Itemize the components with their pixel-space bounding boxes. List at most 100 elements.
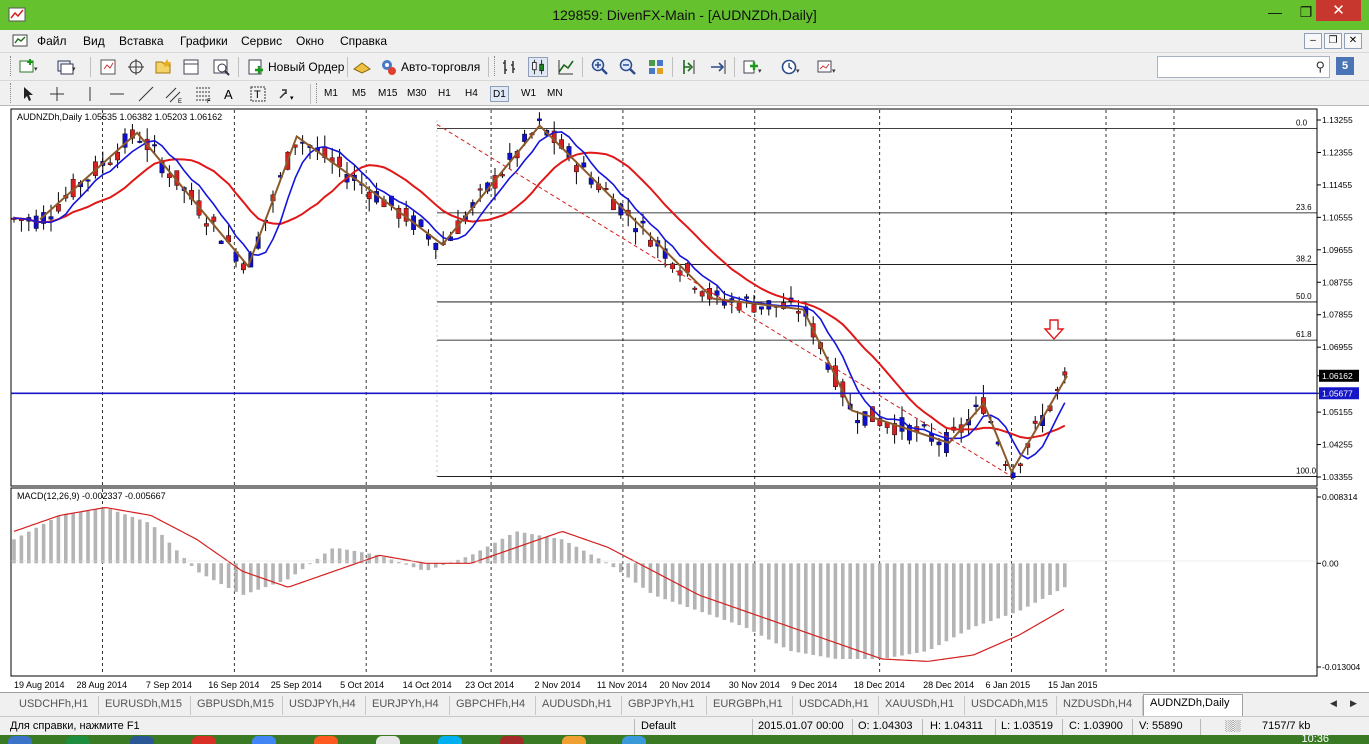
candlestick-chart-icon[interactable] bbox=[528, 57, 548, 77]
macd-bar bbox=[1011, 563, 1015, 614]
tool-icon[interactable] bbox=[376, 736, 400, 744]
word-icon[interactable] bbox=[130, 736, 154, 744]
app-icon[interactable] bbox=[562, 736, 586, 744]
tab-scroll-left-icon[interactable]: ◀ bbox=[1330, 698, 1337, 709]
new-order-button[interactable]: Новый Ордер bbox=[268, 56, 344, 78]
profiles-icon[interactable]: ▾ bbox=[56, 57, 76, 77]
macd-bar bbox=[952, 563, 956, 638]
child-close-button[interactable]: ✕ bbox=[1344, 33, 1362, 49]
macd-bar bbox=[833, 563, 838, 659]
terminal-icon[interactable] bbox=[181, 57, 201, 77]
arrows-icon[interactable]: ▾ bbox=[276, 84, 296, 104]
data-window-icon[interactable] bbox=[126, 57, 146, 77]
menu-tools[interactable]: Сервис bbox=[241, 34, 282, 48]
autotrading-icon[interactable] bbox=[378, 57, 398, 77]
chart-window[interactable]: 0.0 23.6 38.2 50.0 61.8 100.0 1.13255 1.12355 1… bbox=[0, 106, 1369, 692]
chart-tab[interactable]: NZDUSDh,H4 bbox=[1057, 696, 1143, 715]
trendline-icon[interactable] bbox=[136, 84, 156, 104]
chart-tab[interactable]: AUDNZDh,Daily bbox=[1143, 694, 1243, 716]
chart-tab[interactable]: USDJPYh,H4 bbox=[283, 696, 366, 715]
timeframe-h1[interactable]: H1 bbox=[436, 86, 453, 102]
chart-tab[interactable]: USDCADh,H1 bbox=[793, 696, 879, 715]
yandex-icon[interactable] bbox=[314, 736, 338, 744]
timeframe-m5[interactable]: M5 bbox=[350, 86, 368, 102]
navigator-icon[interactable] bbox=[153, 57, 173, 77]
macd-bar bbox=[278, 563, 283, 582]
status-close: C: 1.03900 bbox=[1069, 720, 1123, 732]
fib-level-label: 23.6 bbox=[1296, 203, 1312, 212]
skype-icon[interactable] bbox=[438, 736, 462, 744]
tab-scroll-right-icon[interactable]: ▶ bbox=[1350, 698, 1357, 709]
text-label-icon[interactable]: T bbox=[248, 84, 268, 104]
child-restore-button[interactable]: ❐ bbox=[1324, 33, 1342, 49]
opera-icon[interactable] bbox=[192, 736, 216, 744]
menu-file[interactable]: Файл bbox=[37, 34, 67, 48]
metaeditor-icon[interactable] bbox=[352, 57, 372, 77]
tester-icon[interactable] bbox=[211, 57, 231, 77]
periods-icon[interactable]: ▾ bbox=[780, 57, 800, 77]
messages-icon[interactable]: 5 bbox=[1336, 57, 1354, 75]
horizontal-line-icon[interactable] bbox=[107, 84, 127, 104]
timeframe-m1[interactable]: M1 bbox=[322, 86, 340, 102]
menu-charts[interactable]: Графики bbox=[180, 34, 228, 48]
menu-view[interactable]: Вид bbox=[83, 34, 105, 48]
text-icon[interactable]: A bbox=[220, 84, 240, 104]
timeframe-d1[interactable]: D1 bbox=[490, 86, 509, 102]
player-icon[interactable] bbox=[500, 736, 524, 744]
fibonacci-icon[interactable]: F bbox=[193, 84, 213, 104]
menu-help[interactable]: Справка bbox=[340, 34, 387, 48]
zoom-out-icon[interactable] bbox=[618, 57, 638, 77]
start-icon[interactable] bbox=[8, 736, 32, 744]
crosshair-icon[interactable] bbox=[47, 84, 67, 104]
macd-bar bbox=[737, 563, 741, 626]
chart-tab[interactable]: USDCADh,M15 bbox=[965, 696, 1057, 715]
chart-tab[interactable]: EURJPYh,H4 bbox=[366, 696, 450, 715]
search-input[interactable]: ⚲ bbox=[1157, 56, 1330, 78]
timeframe-m30[interactable]: M30 bbox=[405, 86, 428, 102]
macd-bar bbox=[426, 563, 431, 571]
line-chart-icon[interactable] bbox=[556, 57, 576, 77]
timeframe-mn[interactable]: MN bbox=[545, 86, 565, 102]
new-chart-icon[interactable]: ▾ bbox=[18, 57, 38, 77]
tile-windows-icon[interactable] bbox=[646, 57, 666, 77]
timeframe-h4[interactable]: H4 bbox=[463, 86, 480, 102]
zoom-in-icon[interactable] bbox=[590, 57, 610, 77]
chart-tab[interactable]: GBPCHFh,H4 bbox=[450, 696, 536, 715]
price-chart[interactable]: 0.023.638.250.061.8100.0 1.132551.123551… bbox=[0, 106, 1369, 692]
minimize-button[interactable]: — bbox=[1265, 4, 1285, 24]
macd-bar bbox=[463, 557, 468, 564]
connection-bars-icon: ░░ bbox=[1225, 720, 1241, 732]
equidistant-channel-icon[interactable]: E bbox=[164, 84, 184, 104]
market-watch-icon[interactable] bbox=[98, 57, 118, 77]
terminal-task-icon[interactable] bbox=[622, 736, 646, 744]
close-button[interactable]: ✕ bbox=[1316, 0, 1361, 21]
autotrading-button[interactable]: Авто-торговля bbox=[401, 56, 480, 78]
timeframe-m15[interactable]: M15 bbox=[376, 86, 399, 102]
menu-insert[interactable]: Вставка bbox=[119, 34, 164, 48]
chart-tab[interactable]: GBPJPYh,H1 bbox=[622, 696, 707, 715]
menu-window[interactable]: Окно bbox=[296, 34, 324, 48]
svg-text:▾: ▾ bbox=[290, 95, 294, 102]
chart-tab[interactable]: USDCHFh,H1 bbox=[13, 696, 99, 715]
chrome-icon[interactable] bbox=[252, 736, 276, 744]
price-label: 1.13255 bbox=[1322, 115, 1353, 125]
cursor-icon[interactable] bbox=[18, 84, 38, 104]
timeframe-w1[interactable]: W1 bbox=[519, 86, 538, 102]
maximize-button[interactable]: ❐ bbox=[1296, 4, 1316, 24]
new-order-icon[interactable] bbox=[246, 57, 266, 77]
bear-candle bbox=[759, 306, 764, 310]
vertical-line-icon[interactable] bbox=[80, 84, 100, 104]
child-minimize-button[interactable]: – bbox=[1304, 33, 1322, 49]
templates-icon[interactable]: ▾ bbox=[816, 57, 836, 77]
chart-shift-icon[interactable] bbox=[680, 57, 700, 77]
chart-tab[interactable]: XAUUSDh,H1 bbox=[879, 696, 965, 715]
bar-chart-icon[interactable] bbox=[500, 57, 520, 77]
chart-tab[interactable]: AUDUSDh,H1 bbox=[536, 696, 622, 715]
chart-tab[interactable]: EURGBPh,H1 bbox=[707, 696, 793, 715]
autoscroll-icon[interactable] bbox=[708, 57, 728, 77]
chart-tab[interactable]: EURUSDh,M15 bbox=[99, 696, 191, 715]
bull-candle bbox=[203, 223, 209, 227]
indicators-icon[interactable]: ▾ bbox=[742, 57, 762, 77]
chart-tab[interactable]: GBPUSDh,M15 bbox=[191, 696, 283, 715]
excel-icon[interactable] bbox=[66, 736, 90, 744]
